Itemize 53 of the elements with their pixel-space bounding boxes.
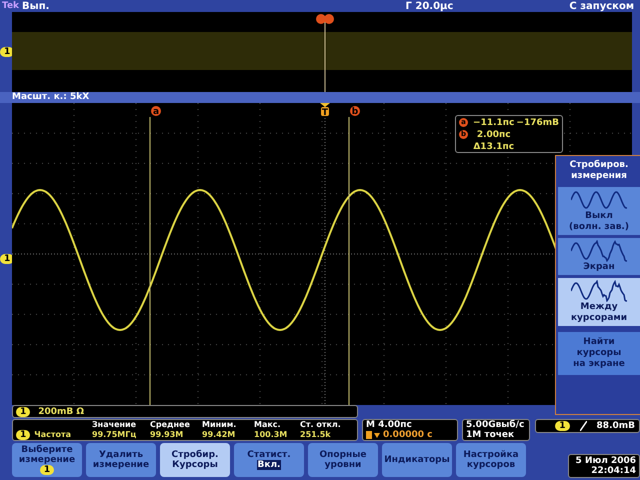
measurement-value: 99.42M [202, 430, 236, 440]
cursor-voltage: −176mВ [516, 117, 559, 129]
channel-scale: 200mВ Ω [38, 406, 84, 416]
softkey-button[interactable]: Выберите измерение 1 [12, 443, 82, 477]
horizontal-scale: Г 20.0μс [404, 0, 454, 12]
logo-text: Tek [2, 1, 20, 11]
column-header: Значение [92, 420, 138, 430]
softkey-button[interactable]: Статист. Вкл. [234, 443, 304, 477]
softkey-button[interactable]: Настройка курсоров [456, 443, 526, 477]
channel-badge: 1 [16, 406, 30, 416]
measurement-value: 100.3M [254, 430, 288, 440]
rising-edge-icon [580, 421, 587, 431]
column-header: Ст. откл. [300, 420, 342, 430]
trigger-source: 1 [555, 421, 570, 431]
column-header: Миним. [202, 420, 238, 430]
column-header: Макс. [254, 420, 282, 430]
date-text: 5 Июл 2006 [574, 456, 636, 466]
trigger-position: 0.00000 с [383, 430, 432, 440]
stat-value: Вкл. [256, 460, 282, 470]
cursor-marker: b [350, 106, 360, 117]
channel-badge: 1 [16, 430, 30, 440]
menu-title: Стробиров. измерения [568, 158, 630, 183]
waveform-icon [571, 189, 627, 211]
cursor-time: 2.00пс [476, 129, 512, 141]
channel-badge: 1 [40, 465, 54, 475]
column-header: Среднее [150, 420, 191, 430]
softkey-button[interactable]: Стробир. Курсоры [160, 443, 230, 477]
cursor-marker: a [151, 106, 161, 117]
trigger-position-icon [366, 431, 380, 439]
zoom-factor-label: Масшт. к.: 5kX [0, 92, 640, 103]
acquisition-state: Вып. [22, 0, 50, 12]
cursor-delta: Δ13.1пс [472, 141, 516, 153]
cursor-time: −11.1пс [472, 117, 516, 129]
menu-option[interactable]: Экран [558, 238, 640, 275]
cursor-markers-icon [316, 14, 334, 24]
menu-option[interactable]: Между курсорами [558, 278, 640, 326]
measurement-name: Частота [34, 430, 72, 440]
trigger-level: 88.0mВ [596, 421, 635, 431]
waveform-icon [571, 280, 627, 302]
sample-rate: 5.00Gвыб/с [466, 420, 526, 430]
time-text: 22:04:14 [590, 466, 636, 476]
measurement-value: 251.5k [300, 430, 332, 440]
softkey-button[interactable]: Опорные уровни [308, 443, 378, 477]
softkey-button[interactable]: Индикаторы [382, 443, 452, 477]
measurement-value: 99.93M [150, 430, 184, 440]
trigger-mode: С запуском [569, 0, 634, 12]
softkey-button[interactable]: Удалить измерение [86, 443, 156, 477]
record-length: 1M точек [466, 430, 516, 440]
menu-option[interactable]: Выкл (волн. зав.) [558, 187, 640, 235]
menu-option[interactable]: Найти курсоры на экране [558, 332, 640, 375]
timebase-scale: M 4.00пс [366, 420, 413, 430]
waveform-icon [571, 240, 627, 262]
measurement-value: 99.75MГц [92, 430, 138, 440]
